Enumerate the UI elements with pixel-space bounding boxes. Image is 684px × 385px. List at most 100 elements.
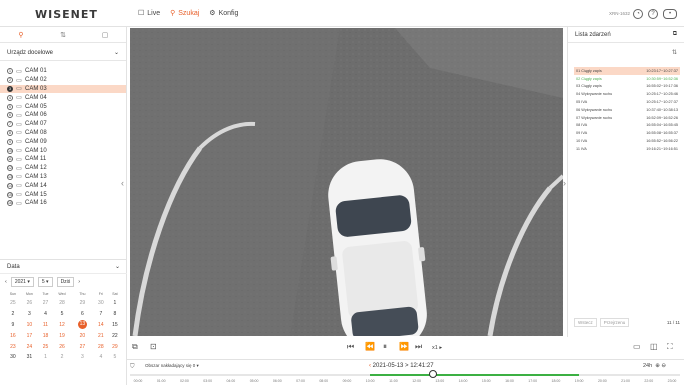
calendar-day[interactable]: 20 bbox=[71, 330, 94, 341]
collapse-left-icon[interactable]: ‹ bbox=[121, 178, 124, 188]
calendar-day[interactable]: 29 bbox=[71, 298, 94, 309]
calendar-day[interactable]: 5 bbox=[53, 309, 71, 320]
calendar-day[interactable]: 28 bbox=[53, 298, 71, 309]
camera-item[interactable]: 8 ▭ CAM 08 bbox=[0, 129, 126, 138]
calendar-day[interactable]: 1 bbox=[38, 352, 53, 363]
menu-search[interactable]: ⚲ Szukaj bbox=[170, 9, 199, 18]
camera-item[interactable]: 14 ▭ CAM 14 bbox=[0, 181, 126, 190]
calendar-day[interactable]: 10 bbox=[21, 320, 38, 331]
subtitles-icon[interactable]: ▭ bbox=[633, 342, 641, 351]
today-button[interactable]: Dziś bbox=[56, 277, 75, 287]
calendar-day[interactable]: 15 bbox=[108, 320, 122, 331]
notification-icon[interactable]: • bbox=[663, 9, 677, 19]
calendar-day[interactable]: 14 bbox=[94, 320, 108, 331]
tab-search-icon[interactable]: ⚲ bbox=[0, 27, 42, 42]
camera-item[interactable]: 15 ▭ CAM 15 bbox=[0, 190, 126, 199]
tab-tree-icon[interactable]: ⇅ bbox=[42, 27, 84, 42]
event-item[interactable]: 07 Wykrywanie ruchu 16:52:09~16:52:26 bbox=[574, 114, 680, 122]
calendar-day[interactable]: 26 bbox=[53, 341, 71, 352]
calendar-day[interactable]: 23 bbox=[5, 341, 21, 352]
camera-item[interactable]: 11 ▭ CAM 11 bbox=[0, 155, 126, 164]
timeline-cursor[interactable] bbox=[428, 370, 437, 378]
calendar-day[interactable]: 12 bbox=[53, 320, 71, 331]
calendar-day[interactable]: 5 bbox=[108, 352, 122, 363]
year-select[interactable]: 2021 ▾ bbox=[10, 277, 34, 287]
prev-button[interactable]: Wstecz bbox=[574, 318, 597, 327]
event-item[interactable]: 01 Ciągły zapis 10:23:17~10:27:37 bbox=[574, 67, 680, 75]
event-item[interactable]: 03 Ciągły zapis 16:55:02~19:17:36 bbox=[574, 83, 680, 91]
calendar-day[interactable]: 30 bbox=[94, 298, 108, 309]
calendar-day[interactable]: 28 bbox=[94, 341, 108, 352]
event-item[interactable]: 09 IVA 16:55:08~16:55:37 bbox=[574, 129, 680, 137]
calendar-day[interactable]: 7 bbox=[94, 309, 108, 320]
tab-page-icon[interactable]: ▢ bbox=[84, 27, 126, 42]
camera-item[interactable]: 2 ▭ CAM 02 bbox=[0, 76, 126, 85]
calendar-day[interactable]: 3 bbox=[21, 309, 38, 320]
zoom-controls[interactable]: 24h ⊕ ⊖ bbox=[643, 363, 666, 369]
calendar-day[interactable]: 13 bbox=[71, 320, 94, 331]
event-item[interactable]: 05 IVA 10:25:17~10:27:37 bbox=[574, 98, 680, 106]
calendar-day[interactable]: 17 bbox=[21, 330, 38, 341]
layout-icon[interactable]: ◫ bbox=[650, 342, 658, 351]
calendar-day[interactable]: 4 bbox=[94, 352, 108, 363]
event-item[interactable]: 11 IVA 19:16:21~19:16:51 bbox=[574, 145, 680, 153]
export-list-icon[interactable]: ⧉ bbox=[673, 31, 677, 38]
camera-item[interactable]: 4 ▭ CAM 04 bbox=[0, 93, 126, 102]
prev-month-icon[interactable]: ‹ bbox=[5, 279, 7, 285]
menu-config[interactable]: ⚙ Konfig bbox=[209, 9, 238, 18]
skip-back-icon[interactable]: ⏮ bbox=[347, 342, 354, 352]
menu-live[interactable]: ☐ Live bbox=[138, 9, 160, 18]
speed-select[interactable]: x1 ▸ bbox=[432, 345, 442, 351]
calendar-day[interactable]: 29 bbox=[108, 341, 122, 352]
snapshot-icon[interactable]: ⊡ bbox=[150, 342, 157, 351]
next-month-icon[interactable]: › bbox=[78, 279, 80, 285]
skip-forward-icon[interactable]: ⏭ bbox=[415, 342, 422, 352]
calendar-day[interactable]: 27 bbox=[38, 298, 53, 309]
calendar-day[interactable]: 25 bbox=[38, 341, 53, 352]
timeline-date[interactable]: ‹ 2021-05-13 > 12:41:27 bbox=[369, 363, 434, 369]
user-icon[interactable]: ◔ bbox=[633, 9, 643, 19]
video-view[interactable] bbox=[130, 28, 563, 336]
calendar-day[interactable]: 26 bbox=[21, 298, 38, 309]
help-icon[interactable]: ? bbox=[648, 9, 658, 19]
camera-item[interactable]: 3 ▭ CAM 03 bbox=[0, 84, 126, 94]
camera-item[interactable]: 1 ▭ CAM 01 bbox=[0, 67, 126, 76]
calendar-day[interactable]: 6 bbox=[71, 309, 94, 320]
forward-icon[interactable]: ⏩ bbox=[399, 342, 409, 351]
event-item[interactable]: 02 Ciągły zapis 10:30:59~16:52:36 bbox=[574, 75, 680, 83]
calendar-day[interactable]: 22 bbox=[108, 330, 122, 341]
rewind-icon[interactable]: ⏪ bbox=[365, 342, 375, 351]
camera-item[interactable]: 16 ▭ CAM 16 bbox=[0, 199, 126, 208]
calendar-day[interactable]: 19 bbox=[53, 330, 71, 341]
calendar-day[interactable]: 18 bbox=[38, 330, 53, 341]
calendar-day[interactable]: 27 bbox=[71, 341, 94, 352]
calendar-day[interactable]: 24 bbox=[21, 341, 38, 352]
export-icon[interactable]: ⧉ bbox=[132, 342, 138, 352]
sort-icon[interactable]: ⇅ bbox=[672, 49, 677, 56]
pause-icon[interactable]: ⏸ bbox=[383, 342, 387, 352]
calendar-day[interactable]: 3 bbox=[71, 352, 94, 363]
calendar-day[interactable]: 16 bbox=[5, 330, 21, 341]
calendar-day[interactable]: 8 bbox=[108, 309, 122, 320]
collapse-right-icon[interactable]: › bbox=[563, 178, 566, 188]
calendar-day[interactable]: 11 bbox=[38, 320, 53, 331]
camera-item[interactable]: 6 ▭ CAM 06 bbox=[0, 111, 126, 120]
date-header[interactable]: Data ⌄ bbox=[0, 260, 127, 274]
camera-item[interactable]: 9 ▭ CAM 09 bbox=[0, 137, 126, 146]
event-item[interactable]: 08 IVA 16:55:04~16:55:45 bbox=[574, 122, 680, 130]
calendar-day[interactable]: 4 bbox=[38, 309, 53, 320]
calendar-day[interactable]: 31 bbox=[21, 352, 38, 363]
device-dropdown[interactable]: Urządz docelowe ⌄ bbox=[0, 45, 126, 61]
camera-item[interactable]: 13 ▭ CAM 13 bbox=[0, 173, 126, 182]
next-button[interactable]: Przejrzenu bbox=[599, 318, 630, 327]
filter-icon[interactable]: ⛉ bbox=[130, 364, 135, 371]
camera-item[interactable]: 10 ▭ CAM 10 bbox=[0, 146, 126, 155]
overlap-select[interactable]: Obszar nakładający się 0 ▾ bbox=[145, 363, 199, 369]
calendar-day[interactable]: 9 bbox=[5, 320, 21, 331]
camera-item[interactable]: 7 ▭ CAM 07 bbox=[0, 120, 126, 129]
calendar-day[interactable]: 30 bbox=[5, 352, 21, 363]
event-item[interactable]: 10 IVA 16:55:52~16:56:22 bbox=[574, 137, 680, 145]
camera-item[interactable]: 5 ▭ CAM 05 bbox=[0, 102, 126, 111]
calendar-day[interactable]: 2 bbox=[53, 352, 71, 363]
calendar-day[interactable]: 21 bbox=[94, 330, 108, 341]
